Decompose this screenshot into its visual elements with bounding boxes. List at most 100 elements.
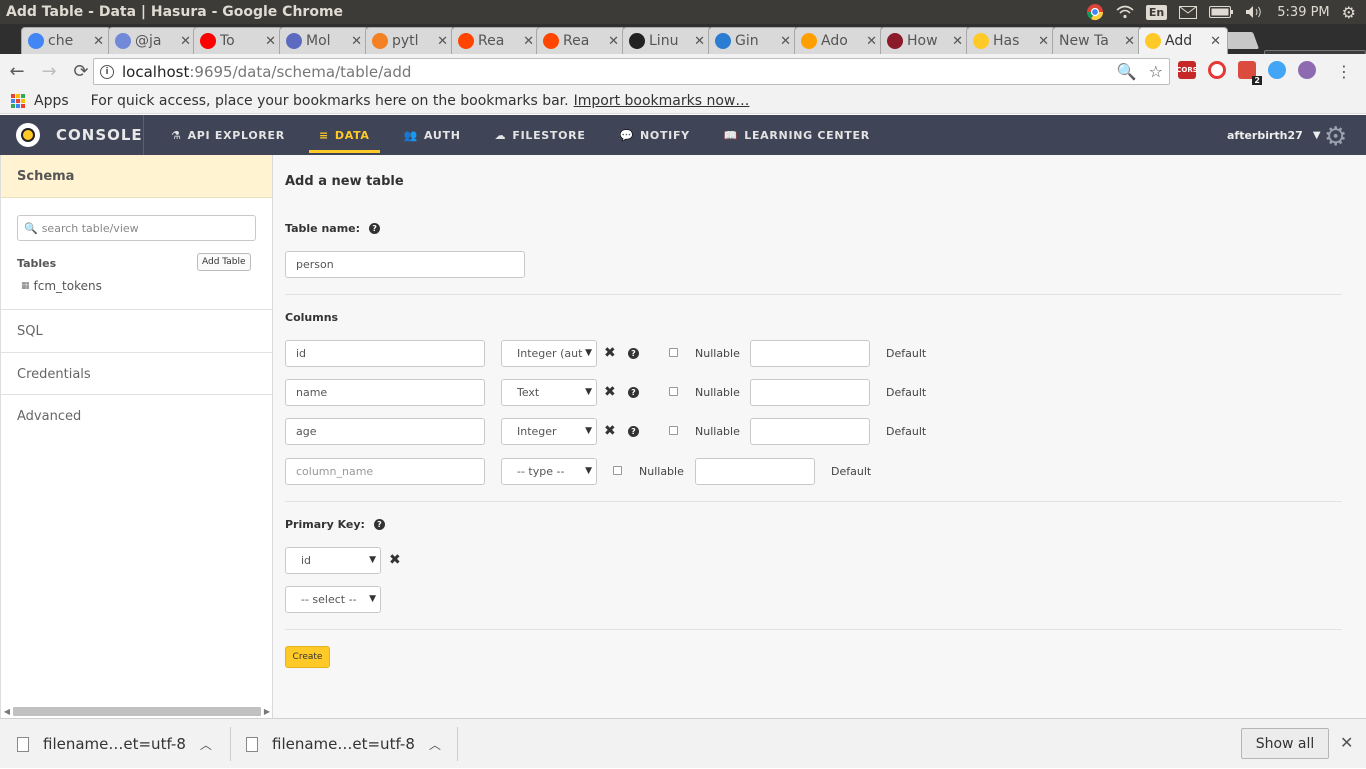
apps-grid-icon[interactable] <box>11 93 25 108</box>
browser-tab[interactable]: Has ✕ <box>966 27 1056 54</box>
brand[interactable]: CONSOLE <box>0 115 144 155</box>
add-table-button[interactable]: Add Table <box>197 253 251 271</box>
browser-tab[interactable]: How ✕ <box>880 27 970 54</box>
tab-close-icon[interactable]: ✕ <box>1210 34 1221 49</box>
create-button[interactable]: Create <box>285 646 330 668</box>
keyboard-language[interactable]: En <box>1145 4 1168 20</box>
nullable-checkbox[interactable] <box>669 426 678 435</box>
browser-tab[interactable]: Linu ✕ <box>622 27 712 54</box>
tab-close-icon[interactable]: ✕ <box>523 34 534 49</box>
info-icon[interactable]: i <box>100 64 114 79</box>
tab-close-icon[interactable]: ✕ <box>180 34 191 49</box>
show-all-button[interactable]: Show all <box>1241 728 1329 759</box>
browser-tab[interactable]: New Ta ✕ <box>1052 27 1142 54</box>
chrome-icon[interactable] <box>1086 3 1104 21</box>
wifi-icon[interactable] <box>1116 3 1134 21</box>
chevron-up-icon[interactable]: ︿ <box>200 736 212 753</box>
scroll-right-icon[interactable]: ▶ <box>261 707 273 716</box>
tab-close-icon[interactable]: ✕ <box>93 34 104 49</box>
nullable-checkbox[interactable] <box>669 387 678 396</box>
sidebar-scrollbar[interactable]: ◀ ▶ <box>1 704 273 718</box>
sidebar-item-credentials[interactable]: Credentials <box>1 352 273 395</box>
sidebar-table-item[interactable]: ▦ fcm_tokens <box>21 279 102 293</box>
volume-icon[interactable] <box>1245 3 1265 21</box>
table-name-input[interactable]: person <box>285 251 525 278</box>
back-arrow-icon[interactable]: ← <box>2 56 32 86</box>
nav-item-filestore[interactable]: ☁ FILESTORE <box>485 115 596 155</box>
sidebar-item-sql[interactable]: SQL <box>1 309 273 352</box>
power-gear-icon[interactable]: ⚙ <box>1342 3 1356 22</box>
purple-extension-icon[interactable] <box>1298 61 1316 79</box>
search-input[interactable]: 🔍 search table/view <box>17 215 256 241</box>
column-type-select[interactable]: Integer (aut ▼ <box>501 340 597 367</box>
remove-column-icon[interactable]: ✖ <box>604 345 616 361</box>
forward-arrow-icon[interactable]: → <box>34 56 64 86</box>
todoist-icon[interactable]: 2 <box>1238 61 1262 85</box>
browser-tab[interactable]: Rea ✕ <box>451 27 541 54</box>
sidebar-item-advanced[interactable]: Advanced <box>1 394 273 437</box>
browser-tab[interactable]: che ✕ <box>21 27 111 54</box>
default-input[interactable] <box>750 418 870 445</box>
primary-key-select[interactable]: id ▼ <box>285 547 381 574</box>
nullable-checkbox[interactable] <box>669 348 678 357</box>
nav-item-data[interactable]: ≡ DATA <box>308 115 380 155</box>
default-input[interactable] <box>750 340 870 367</box>
browser-tab[interactable]: @ja ✕ <box>108 27 198 54</box>
settings-gear-icon[interactable]: ⚙ <box>1324 122 1347 152</box>
help-icon[interactable]: ? <box>369 223 381 234</box>
bookmark-star-icon[interactable]: ☆ <box>1149 62 1163 81</box>
user-menu[interactable]: afterbirth27 ▼ <box>1227 115 1321 155</box>
tab-close-icon[interactable]: ✕ <box>437 34 448 49</box>
chrome-menu-icon[interactable]: ⋮ <box>1336 62 1352 81</box>
reload-icon[interactable]: ⟳ <box>66 56 96 86</box>
tab-close-icon[interactable]: ✕ <box>952 34 963 49</box>
primary-key-select-new[interactable]: -- select -- ▼ <box>285 586 381 613</box>
zoom-icon[interactable]: 🔍 <box>1117 62 1137 81</box>
help-icon[interactable]: ? <box>628 426 639 437</box>
help-icon[interactable]: ? <box>373 519 385 530</box>
browser-tab[interactable]: Add ✕ <box>1138 27 1228 54</box>
close-icon[interactable]: ✕ <box>1340 733 1353 752</box>
default-input[interactable] <box>695 458 815 485</box>
new-column-type-select[interactable]: -- type -- ▼ <box>501 458 597 485</box>
column-name-input[interactable]: age <box>285 418 485 445</box>
browser-tab[interactable]: Rea ✕ <box>536 27 626 54</box>
tab-close-icon[interactable]: ✕ <box>780 34 791 49</box>
nav-item-learning-center[interactable]: 📖 LEARNING CENTER <box>714 115 880 155</box>
new-column-name-input[interactable]: column_name <box>285 458 485 485</box>
help-icon[interactable]: ? <box>628 387 639 398</box>
help-icon[interactable]: ? <box>628 348 639 359</box>
tab-close-icon[interactable]: ✕ <box>694 34 705 49</box>
opera-vpn-icon[interactable] <box>1208 61 1226 79</box>
browser-tab[interactable]: Ado ✕ <box>794 27 884 54</box>
import-bookmarks-link[interactable]: Import bookmarks now… <box>574 93 750 109</box>
tab-close-icon[interactable]: ✕ <box>265 34 276 49</box>
nullable-checkbox[interactable] <box>613 466 622 475</box>
column-type-select[interactable]: Text ▼ <box>501 379 597 406</box>
battery-icon[interactable] <box>1209 3 1234 21</box>
nav-item-notify[interactable]: 💬 NOTIFY <box>610 115 700 155</box>
sidebar-item-schema[interactable]: Schema <box>1 155 272 198</box>
browser-tab[interactable]: Mol ✕ <box>279 27 369 54</box>
nav-item-api-explorer[interactable]: ⚗ API EXPLORER <box>161 115 295 155</box>
remove-primary-key-icon[interactable]: ✖ <box>389 552 401 568</box>
browser-tab[interactable]: pytl ✕ <box>365 27 455 54</box>
chevron-up-icon[interactable]: ︿ <box>429 736 441 753</box>
download-item[interactable]: filename…et=utf-8 ︿ <box>246 719 441 769</box>
browser-tab[interactable]: To ✕ <box>193 27 283 54</box>
scroll-left-icon[interactable]: ◀ <box>1 707 13 716</box>
mail-icon[interactable] <box>1179 3 1198 21</box>
clock[interactable]: 5:39 PM <box>1277 5 1329 20</box>
default-input[interactable] <box>750 379 870 406</box>
feather-extension-icon[interactable] <box>1268 61 1286 79</box>
column-name-input[interactable]: id <box>285 340 485 367</box>
browser-tab[interactable]: Gin ✕ <box>708 27 798 54</box>
tab-close-icon[interactable]: ✕ <box>608 34 619 49</box>
column-name-input[interactable]: name <box>285 379 485 406</box>
remove-column-icon[interactable]: ✖ <box>604 384 616 400</box>
cors-extension-icon[interactable]: CORS <box>1176 61 1198 79</box>
tab-close-icon[interactable]: ✕ <box>866 34 877 49</box>
tab-close-icon[interactable]: ✕ <box>1038 34 1049 49</box>
column-type-select[interactable]: Integer ▼ <box>501 418 597 445</box>
tab-close-icon[interactable]: ✕ <box>1124 34 1135 49</box>
